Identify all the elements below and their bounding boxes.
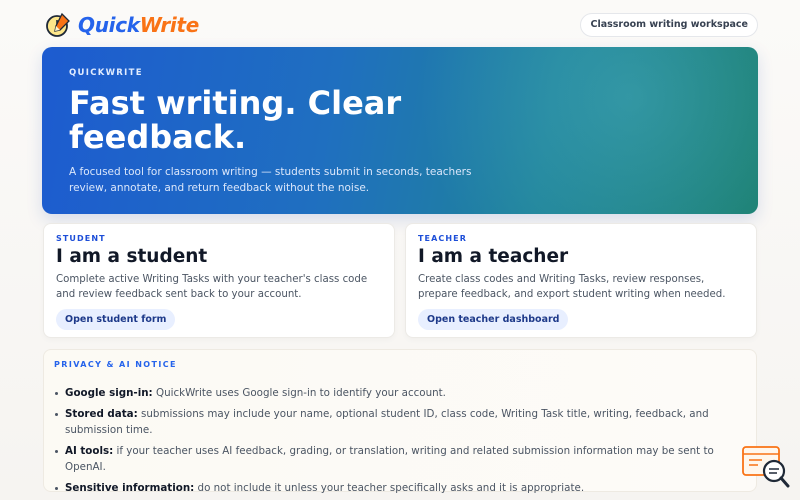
notice-item-label: Google sign-in: [65,387,153,399]
teacher-card: TEACHER I am a teacher Create class code… [405,223,757,338]
hero-eyebrow: QUICKWRITE [69,68,143,78]
open-teacher-dashboard-button[interactable]: Open teacher dashboard [418,309,569,330]
notice-item: Sensitive information: do not include it… [54,480,744,496]
student-description: Complete active Writing Tasks with your … [56,274,368,300]
notice-item-label: Stored data: [65,408,138,420]
top-bar: QuickWrite Classroom writing workspace [0,0,800,48]
student-title: I am a student [56,246,208,267]
notice-item: Google sign-in: QuickWrite uses Google s… [54,385,744,401]
notice-item-label: Sensitive information: [65,482,195,494]
privacy-notice: PRIVACY & AI NOTICE Google sign-in: Quic… [43,349,757,494]
hero-title: Fast writing. Clear feedback. [69,84,402,156]
teacher-description: Create class codes and Writing Tasks, re… [418,274,726,300]
notice-item: AI tools: if your teacher uses AI feedba… [54,443,744,475]
notice-item-text: if your teacher uses AI feedback, gradin… [65,445,714,473]
workspace-badge: Classroom writing workspace [580,13,758,37]
open-student-form-button[interactable]: Open student form [56,309,176,330]
pencil-clock-icon [46,12,70,37]
hero-banner: QUICKWRITE Fast writing. Clear feedback.… [42,47,758,214]
student-eyebrow: STUDENT [56,234,106,243]
brand-name: QuickWrite [78,13,199,37]
student-card: STUDENT I am a student Complete active W… [43,223,395,338]
notice-item: Stored data: submissions may include you… [54,406,744,438]
chat-search-icon[interactable] [742,446,790,488]
notice-item-label: AI tools: [65,445,114,457]
brand-name-part1: Quick [78,13,140,37]
teacher-eyebrow: TEACHER [418,234,468,243]
notice-list: Google sign-in: QuickWrite uses Google s… [54,385,746,496]
notice-eyebrow: PRIVACY & AI NOTICE [54,360,177,369]
notice-item-text: submissions may include your name, optio… [65,408,709,436]
brand-logo[interactable]: QuickWrite [44,11,199,39]
notice-item-text: QuickWrite uses Google sign-in to identi… [152,387,446,399]
notice-item-text: do not include it unless your teacher sp… [194,482,585,494]
hero-description: A focused tool for classroom writing — s… [69,166,472,194]
teacher-title: I am a teacher [418,246,569,267]
brand-name-part2: Write [139,13,200,37]
